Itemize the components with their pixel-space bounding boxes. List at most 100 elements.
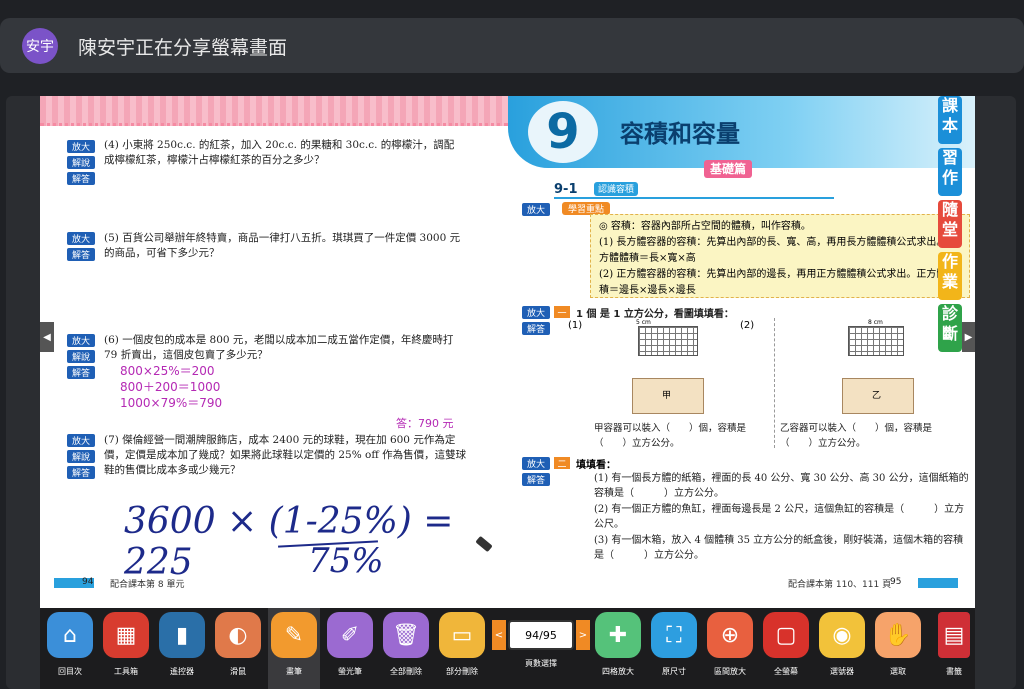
exercise-item: (3) 有一個木箱，放入 4 個體積 35 立方公分的紙盒後，剛好裝滿，這個木箱… — [594, 535, 964, 561]
tool-label: 選取 — [890, 667, 906, 676]
tool-label: 區間放大 — [714, 667, 746, 676]
exercise-item: (2) 有一個正方體的魚缸，裡面每邊長是 2 公尺，這個魚缸的容積是（ ）立方公… — [594, 504, 965, 530]
tool-label: 部分刪除 — [446, 667, 478, 676]
mouse-icon: ◐ — [215, 612, 261, 658]
right-page: 9 容積和容量 基礎篇 9-1 認識容積 放大 學習重點 ◎ 容積：容器內部所占… — [508, 96, 975, 608]
tool-remote[interactable]: ▮ 遙控器 — [156, 612, 208, 686]
page-number: 94 — [82, 577, 94, 587]
cube-stack-figure — [848, 326, 904, 356]
question-7: (7) 傑倫經營一間潮牌服飾店，成本 2400 元的球鞋，現在加 600 元作為… — [104, 434, 467, 476]
tool-bookmark[interactable]: ▤ 書籤 — [928, 612, 980, 686]
answer-line: 800＋200＝1000 — [120, 380, 221, 394]
explain-tag[interactable]: 解說 — [67, 450, 95, 463]
tool-area-zoom[interactable]: ⊕ 區間放大 — [704, 612, 756, 686]
tool-label: 四格放大 — [602, 667, 634, 676]
figure-divider — [774, 318, 775, 448]
trash-icon: 🗑 — [383, 612, 429, 658]
side-tab-quiz[interactable]: 隨堂 — [938, 200, 962, 248]
page-footer: 配合課本第 110、111 頁 — [788, 580, 892, 590]
grid-zoom-icon: ✚ — [595, 612, 641, 658]
next-page-arrow[interactable]: ▶ — [962, 322, 975, 352]
tool-label: 書籤 — [946, 667, 962, 676]
hand-icon: ✋ — [875, 612, 921, 658]
fit-icon: ⛶ — [651, 612, 697, 658]
side-tab-homework[interactable]: 作業 — [938, 252, 962, 300]
chapter-title: 容積和容量 — [620, 120, 740, 148]
pink-header-strip — [40, 96, 508, 126]
cube-stack-figure — [638, 326, 698, 356]
question-4: (4) 小東將 250c.c. 的紅茶，加入 20c.c. 的果糖和 30c.c… — [104, 139, 455, 166]
zoom-tag[interactable]: 放大 — [67, 232, 95, 245]
lottery-icon: ◉ — [819, 612, 865, 658]
zoom-tag[interactable]: 放大 — [522, 306, 550, 319]
tool-highlighter[interactable]: ✐ 螢光筆 — [324, 612, 376, 686]
tool-label: 遙控器 — [170, 667, 194, 676]
tool-label: 原尺寸 — [662, 667, 686, 676]
page-footer: 配合課本第 8 單元 — [110, 580, 185, 590]
tool-fullscreen[interactable]: ▢ 全螢幕 — [760, 612, 812, 686]
prev-page-arrow[interactable]: ◀ — [40, 322, 54, 352]
key-point: (2) 正方體容器的容積：先算出內部的邊長，再用正方體體積公式求出。正方體體積＝… — [599, 269, 957, 296]
zoom-tag[interactable]: 放大 — [522, 203, 550, 216]
answer-tag[interactable]: 解答 — [522, 322, 550, 335]
side-tab-diagnosis[interactable]: 診斷 — [938, 304, 962, 352]
textbook-spread: 放大 解說 解答 (4) 小東將 250c.c. 的紅茶，加入 20c.c. 的… — [40, 96, 975, 608]
tool-label: 頁數選擇 — [525, 659, 557, 668]
page-select-input[interactable]: 94/95 — [508, 620, 574, 650]
remote-icon: ▮ — [159, 612, 205, 658]
highlighter-icon: ✐ — [327, 612, 373, 658]
answer-line: 1000×79%＝790 — [120, 396, 223, 410]
tool-label: 畫筆 — [286, 667, 302, 676]
tool-lottery[interactable]: ◉ 選號器 — [816, 612, 868, 686]
answer-line: 800×25%＝200 — [120, 364, 215, 378]
container-label: 乙 — [872, 391, 882, 401]
tool-fit[interactable]: ⛶ 原尺寸 — [648, 612, 700, 686]
exercise-title: 填填看： — [576, 460, 616, 471]
exercise-number-badge: 一 — [554, 306, 570, 319]
eraser-icon: ▭ — [439, 612, 485, 658]
answer-tag[interactable]: 解答 — [67, 466, 95, 479]
answer-tag[interactable]: 解答 — [67, 248, 95, 261]
key-points-box: ◎ 容積：容器內部所占空間的體積，叫作容積。 (1) 長方體容器的容積：先算出內… — [590, 214, 970, 298]
exercise-item: (1) 有一個長方體的紙箱，裡面的長 40 公分、寬 30 公分、高 30 公分… — [594, 473, 969, 499]
key-point: ◎ 容積：容器內部所占空間的體積，叫作容積。 — [599, 221, 811, 232]
section-number: 9-1 — [554, 182, 578, 197]
tool-home[interactable]: ⌂ 回目次 — [44, 612, 96, 686]
tool-mouse[interactable]: ◐ 滑鼠 — [212, 612, 264, 686]
page-next-arrow[interactable]: > — [576, 620, 590, 650]
tool-label: 全螢幕 — [774, 667, 798, 676]
side-tab-textbook[interactable]: 課本 — [938, 96, 962, 144]
zoom-tag[interactable]: 放大 — [67, 434, 95, 447]
answer-tag[interactable]: 解答 — [67, 366, 95, 379]
tool-label: 回目次 — [58, 667, 82, 676]
tool-eraser[interactable]: ▭ 部分刪除 — [436, 612, 488, 686]
answer-tag[interactable]: 解答 — [67, 172, 95, 185]
zoom-tag[interactable]: 放大 — [67, 140, 95, 153]
answer-tag[interactable]: 解答 — [522, 473, 550, 486]
toolbox-icon: ▦ — [103, 612, 149, 658]
zoom-tag[interactable]: 放大 — [522, 457, 550, 470]
handwritten-denominator: 75% — [308, 541, 384, 581]
page-prev-arrow[interactable]: < — [492, 620, 506, 650]
figure-label: (2) — [740, 320, 755, 331]
tool-pen[interactable]: ✎ 畫筆 — [268, 612, 320, 686]
presenter-avatar: 安宇 — [22, 28, 58, 64]
explain-tag[interactable]: 解說 — [67, 156, 95, 169]
chapter-number: 9 — [528, 101, 598, 163]
level-badge: 基礎篇 — [704, 160, 753, 178]
figure-label: (1) — [568, 320, 583, 331]
zoom-tag[interactable]: 放大 — [67, 334, 95, 347]
tool-toolbox[interactable]: ▦ 工具箱 — [100, 612, 152, 686]
tool-grid-zoom[interactable]: ✚ 四格放大 — [592, 612, 644, 686]
explain-tag[interactable]: 解說 — [67, 350, 95, 363]
share-title: 陳安宇正在分享螢幕畫面 — [78, 37, 288, 59]
bookmark-icon: ▤ — [938, 612, 970, 658]
question-5: (5) 百貨公司舉辦年終特賣，商品一律打八五折。琪琪買了一件定價 3000 元的… — [104, 232, 461, 259]
tool-label: 滑鼠 — [230, 667, 246, 676]
tool-trash[interactable]: 🗑 全部刪除 — [380, 612, 432, 686]
pen-icon: ✎ — [271, 612, 317, 658]
dimension-label: 8 cm — [868, 319, 883, 326]
tool-hand[interactable]: ✋ 選取 — [872, 612, 924, 686]
side-tab-workbook[interactable]: 習作 — [938, 148, 962, 196]
section-title: 認識容積 — [594, 182, 639, 196]
